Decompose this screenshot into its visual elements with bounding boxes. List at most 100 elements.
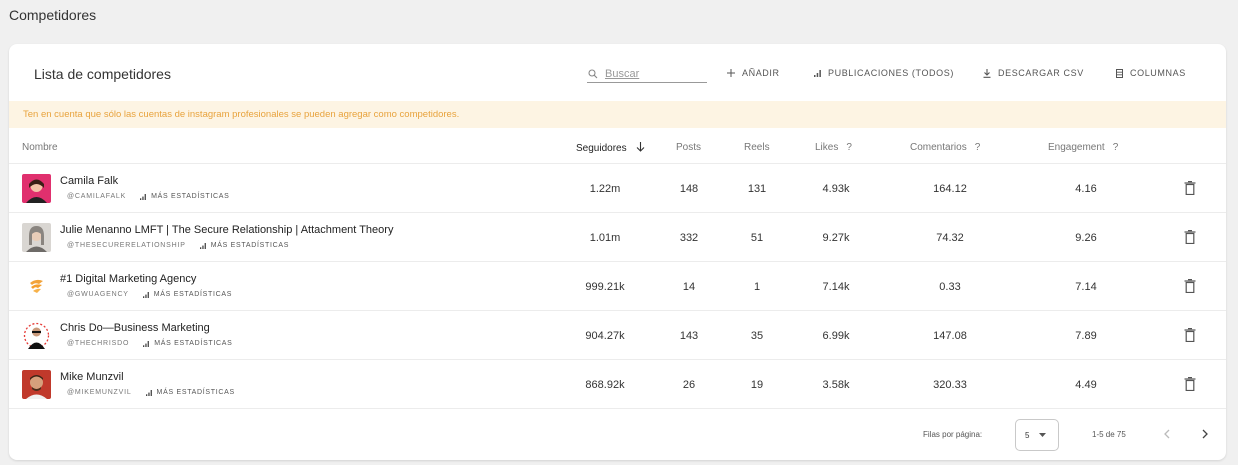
likes-value: 3.58k bbox=[822, 379, 850, 391]
trash-icon[interactable] bbox=[1184, 181, 1196, 195]
trash-icon[interactable] bbox=[1184, 279, 1196, 293]
table-row: Mike Munzvil @MIKEMUNZVIL MÁS ESTADÍSTIC… bbox=[9, 360, 1226, 409]
more-stats-link[interactable]: MÁS ESTADÍSTICAS bbox=[140, 193, 229, 200]
download-icon bbox=[983, 68, 991, 78]
trash-icon[interactable] bbox=[1184, 377, 1196, 391]
competitor-handle: @THESECURERELATIONSHIP bbox=[67, 242, 186, 249]
rows-per-page-select[interactable]: 5 bbox=[1015, 419, 1059, 451]
competitors-card: Lista de competidores AÑADIR PUBLICACION… bbox=[9, 44, 1226, 460]
posts-value: 148 bbox=[679, 183, 699, 195]
columns-button[interactable]: COLUMNAS bbox=[1116, 68, 1186, 78]
reels-value: 1 bbox=[753, 281, 761, 293]
comments-value: 74.32 bbox=[936, 232, 964, 244]
avatar bbox=[22, 223, 51, 252]
avatar bbox=[22, 321, 51, 350]
comments-header-label: Comentarios bbox=[910, 142, 967, 153]
likes-value: 7.14k bbox=[822, 281, 850, 293]
table-row: #1 Digital Marketing Agency @GWUAGENCY M… bbox=[9, 262, 1226, 311]
table-body: Camila Falk @CAMILAFALK MÁS ESTADÍSTICAS… bbox=[9, 164, 1226, 409]
help-icon[interactable]: ? bbox=[1113, 142, 1119, 153]
bar-chart-icon bbox=[140, 193, 147, 200]
column-header-posts[interactable]: Posts bbox=[676, 142, 701, 153]
reels-value: 35 bbox=[750, 330, 764, 342]
column-header-likes[interactable]: Likes? bbox=[815, 142, 852, 153]
likes-value: 9.27k bbox=[822, 232, 850, 244]
chevron-left-icon bbox=[1164, 429, 1170, 439]
competitor-name: Chris Do—Business Marketing bbox=[60, 322, 210, 334]
columns-icon bbox=[1116, 68, 1123, 78]
pagination-range: 1-5 de 75 bbox=[1092, 430, 1126, 439]
more-stats-link[interactable]: MÁS ESTADÍSTICAS bbox=[142, 291, 232, 298]
avatar bbox=[22, 370, 51, 399]
trash-icon[interactable] bbox=[1184, 328, 1196, 342]
download-label: DESCARGAR CSV bbox=[998, 68, 1084, 78]
posts-value: 14 bbox=[682, 281, 696, 293]
columns-label: COLUMNAS bbox=[1130, 68, 1186, 78]
search-box[interactable] bbox=[587, 66, 707, 83]
avatar bbox=[22, 174, 51, 203]
handle-line: @MIKEMUNZVIL MÁS ESTADÍSTICAS bbox=[67, 389, 235, 396]
more-stats-label: MÁS ESTADÍSTICAS bbox=[156, 389, 235, 396]
likes-header-label: Likes bbox=[815, 142, 839, 153]
bar-chart-icon bbox=[143, 340, 150, 347]
column-header-engagement[interactable]: Engagement? bbox=[1048, 142, 1118, 153]
column-header-name[interactable]: Nombre bbox=[22, 142, 58, 153]
comments-value: 0.33 bbox=[939, 281, 961, 293]
competitor-handle: @GWUAGENCY bbox=[67, 291, 129, 298]
more-stats-link[interactable]: MÁS ESTADÍSTICAS bbox=[199, 242, 290, 249]
bar-chart-icon bbox=[145, 389, 152, 396]
publications-filter-button[interactable]: PUBLICACIONES (TODOS) bbox=[814, 68, 954, 78]
search-input[interactable] bbox=[605, 68, 695, 80]
reels-value: 131 bbox=[747, 183, 767, 195]
table-pagination: Filas por página: 5 1-5 de 75 bbox=[9, 410, 1226, 460]
column-header-reels[interactable]: Reels bbox=[744, 142, 770, 153]
handle-line: @GWUAGENCY MÁS ESTADÍSTICAS bbox=[67, 291, 232, 298]
comments-value: 147.08 bbox=[933, 330, 967, 342]
rows-per-page-value: 5 bbox=[1025, 430, 1030, 440]
avatar bbox=[22, 272, 51, 301]
next-page-button[interactable] bbox=[1194, 423, 1216, 445]
reels-value: 19 bbox=[750, 379, 764, 391]
arrow-down-icon bbox=[636, 142, 645, 152]
publications-label: PUBLICACIONES (TODOS) bbox=[828, 68, 954, 78]
help-icon[interactable]: ? bbox=[846, 142, 852, 153]
engagement-value: 9.26 bbox=[1075, 232, 1097, 244]
previous-page-button[interactable] bbox=[1156, 423, 1178, 445]
bar-chart-icon bbox=[814, 69, 821, 77]
bar-chart-icon bbox=[199, 242, 206, 249]
followers-header-label: Seguidores bbox=[576, 143, 627, 154]
posts-value: 143 bbox=[679, 330, 699, 342]
competitor-name: Julie Menanno LMFT | The Secure Relation… bbox=[60, 224, 394, 236]
toolbar: Lista de competidores AÑADIR PUBLICACION… bbox=[9, 44, 1226, 101]
card-title: Lista de competidores bbox=[34, 66, 171, 82]
add-competitor-button[interactable]: AÑADIR bbox=[727, 68, 780, 78]
column-header-followers[interactable]: Seguidores bbox=[576, 142, 645, 154]
followers-value: 904.27k bbox=[585, 330, 625, 342]
table-row: Julie Menanno LMFT | The Secure Relation… bbox=[9, 213, 1226, 262]
competitor-name: Camila Falk bbox=[60, 175, 119, 187]
followers-value: 999.21k bbox=[585, 281, 625, 293]
download-csv-button[interactable]: DESCARGAR CSV bbox=[983, 68, 1084, 78]
column-header-comments[interactable]: Comentarios? bbox=[910, 142, 980, 153]
notice-banner: Ten en cuenta que sólo las cuentas de in… bbox=[9, 101, 1226, 128]
more-stats-link[interactable]: MÁS ESTADÍSTICAS bbox=[145, 389, 235, 396]
trash-icon[interactable] bbox=[1184, 230, 1196, 244]
posts-value: 26 bbox=[682, 379, 696, 391]
followers-value: 1.01m bbox=[589, 232, 621, 244]
engagement-value: 7.14 bbox=[1075, 281, 1097, 293]
handle-line: @THESECURERELATIONSHIP MÁS ESTADÍSTICAS bbox=[67, 242, 289, 249]
competitor-handle: @THECHRISDO bbox=[67, 340, 130, 347]
competitor-name: Mike Munzvil bbox=[60, 371, 124, 383]
posts-value: 332 bbox=[679, 232, 699, 244]
more-stats-label: MÁS ESTADÍSTICAS bbox=[210, 242, 290, 249]
competitor-handle: @CAMILAFALK bbox=[67, 193, 127, 200]
likes-value: 6.99k bbox=[822, 330, 850, 342]
handle-line: @THECHRISDO MÁS ESTADÍSTICAS bbox=[67, 340, 233, 347]
help-icon[interactable]: ? bbox=[975, 142, 981, 153]
plus-icon bbox=[727, 69, 735, 77]
followers-value: 1.22m bbox=[589, 183, 621, 195]
more-stats-label: MÁS ESTADÍSTICAS bbox=[154, 340, 233, 347]
engagement-value: 4.49 bbox=[1075, 379, 1097, 391]
more-stats-link[interactable]: MÁS ESTADÍSTICAS bbox=[143, 340, 232, 347]
likes-value: 4.93k bbox=[822, 183, 850, 195]
